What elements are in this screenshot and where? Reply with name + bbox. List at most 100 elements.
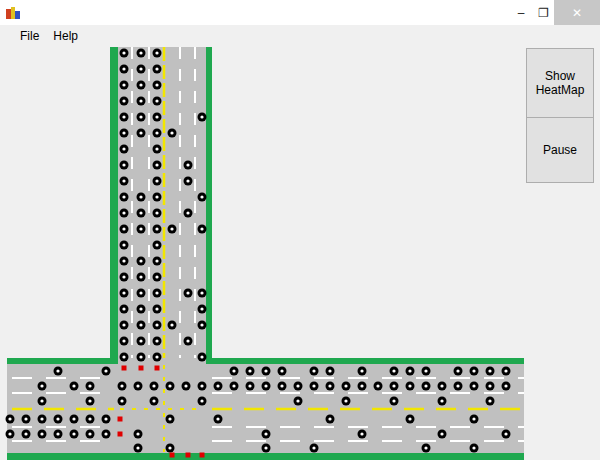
menu-item[interactable]: File [14,27,45,45]
car-icon [134,430,143,439]
car-icon [118,382,127,391]
close-button[interactable]: ✕ [554,0,600,25]
car-icon [246,367,255,376]
car-icon [486,367,495,376]
car-icon [358,382,367,391]
car-icon [342,382,351,391]
car-icon [168,129,177,138]
car-icon [120,65,129,74]
car-icon [86,397,95,406]
car-icon [137,305,146,314]
car-icon [102,367,111,376]
car-icon [184,209,193,218]
car-icon [6,415,15,424]
car-icon [422,382,431,391]
car-icon [137,209,146,218]
car-icon [310,367,319,376]
car-icon [120,145,129,154]
car-icon [120,193,129,202]
car-icon [137,81,146,90]
car-icon [134,444,143,453]
car-icon [470,415,479,424]
car-icon [184,177,193,186]
car-icon [118,397,127,406]
car-icon [38,430,47,439]
title-bar: –❐✕ [0,0,600,25]
car-icon [184,161,193,170]
car-icon [470,444,479,453]
car-icon [278,382,287,391]
car-icon [54,367,63,376]
car-icon [358,430,367,439]
car-icon [294,397,303,406]
car-icon [153,321,162,330]
car-icon [262,367,271,376]
car-icon [454,367,463,376]
car-icon [166,444,175,453]
car-icon [390,382,399,391]
traffic-light [122,366,127,371]
car-icon [86,415,95,424]
car-icon [262,444,271,453]
car-icon [137,225,146,234]
car-icon [246,382,255,391]
road-map [0,47,524,460]
car-icon [310,444,319,453]
car-icon [438,382,447,391]
traffic-light [170,453,175,458]
car-icon [438,397,447,406]
car-icon [120,273,129,282]
menu-item[interactable]: Help [47,27,84,45]
pause-button[interactable]: Pause [526,117,594,183]
car-icon [438,430,447,439]
car-icon [120,257,129,266]
car-icon [86,430,95,439]
car-icon [166,415,175,424]
car-icon [390,397,399,406]
car-icon [153,113,162,122]
car-icon [137,113,146,122]
car-icon [120,353,129,362]
car-icon [153,145,162,154]
car-icon [198,113,207,122]
car-icon [22,430,31,439]
car-icon [153,65,162,74]
car-icon [54,430,63,439]
car-icon [166,382,175,391]
car-icon [168,321,177,330]
car-icon [294,382,303,391]
car-icon [153,97,162,106]
traffic-light [139,366,144,371]
car-icon [102,415,111,424]
car-icon [470,382,479,391]
car-icon [198,305,207,314]
car-icon [137,353,146,362]
show-heatmap-button[interactable]: Show HeatMap [526,48,594,118]
car-icon [326,382,335,391]
car-icon [120,161,129,170]
minimize-button[interactable]: – [510,0,532,25]
car-icon [38,415,47,424]
car-icon [390,367,399,376]
car-icon [198,321,207,330]
car-icon [153,289,162,298]
control-panel: Show HeatMapPause [524,47,594,460]
car-icon [137,65,146,74]
car-icon [137,337,146,346]
car-icon [262,382,271,391]
car-icon [184,337,193,346]
maximize-button[interactable]: ❐ [532,0,554,25]
car-icon [406,367,415,376]
car-icon [137,129,146,138]
car-icon [6,430,15,439]
car-icon [198,193,207,202]
car-icon [153,129,162,138]
car-icon [278,367,287,376]
car-icon [406,415,415,424]
traffic-light [155,366,160,371]
car-icon [150,397,159,406]
car-icon [137,321,146,330]
car-icon [262,430,271,439]
car-icon [153,49,162,58]
car-icon [120,129,129,138]
